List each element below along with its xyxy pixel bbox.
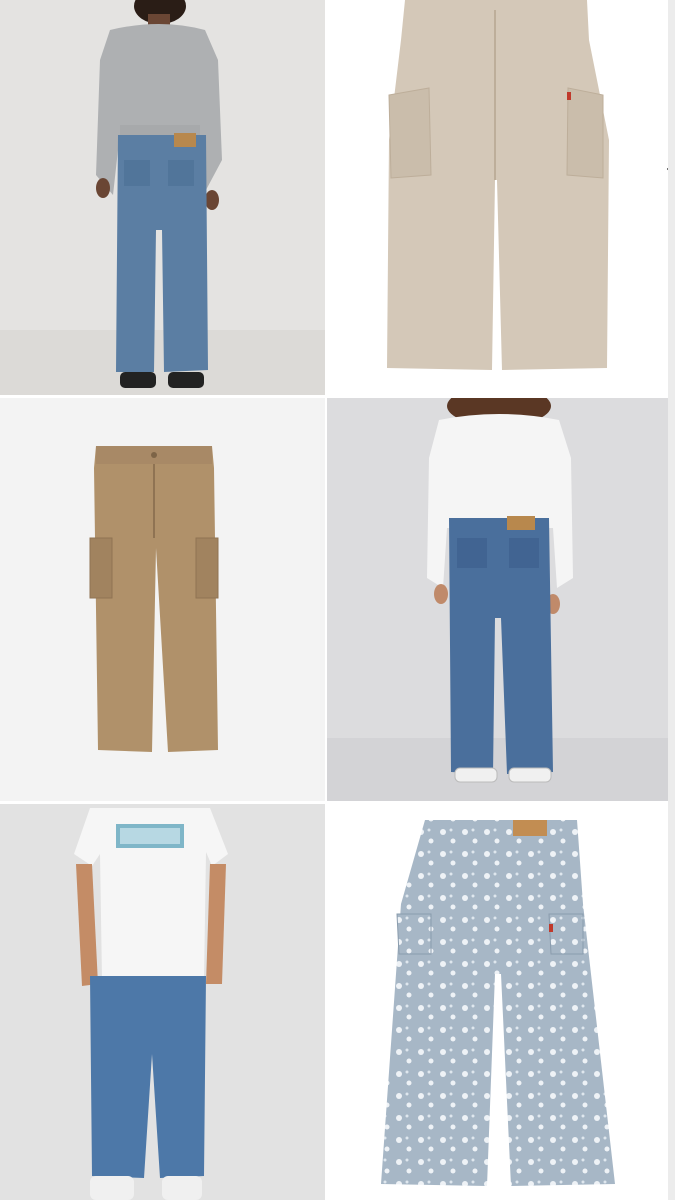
scrollbar-track bbox=[668, 0, 675, 1200]
product-tile-4[interactable] bbox=[327, 398, 668, 801]
product-tile-3[interactable] bbox=[0, 398, 325, 801]
product-tile-1[interactable] bbox=[0, 0, 325, 395]
product-tile-6[interactable] bbox=[327, 804, 668, 1200]
product-tile-5[interactable] bbox=[0, 804, 325, 1200]
product-image-floral-cargo-pants bbox=[327, 804, 668, 1200]
product-image-boy-grey-sweater-jeans bbox=[0, 0, 325, 395]
carousel-prev-button[interactable] bbox=[657, 146, 668, 192]
product-image-boy-white-tee-jeans bbox=[0, 804, 325, 1200]
product-tile-2[interactable] bbox=[327, 0, 668, 395]
product-image-girl-white-sweater-jeans bbox=[327, 398, 668, 801]
product-image-beige-cargo-pants bbox=[327, 0, 668, 395]
product-image-tan-cargo-pants bbox=[0, 398, 325, 801]
product-grid bbox=[0, 0, 675, 1200]
